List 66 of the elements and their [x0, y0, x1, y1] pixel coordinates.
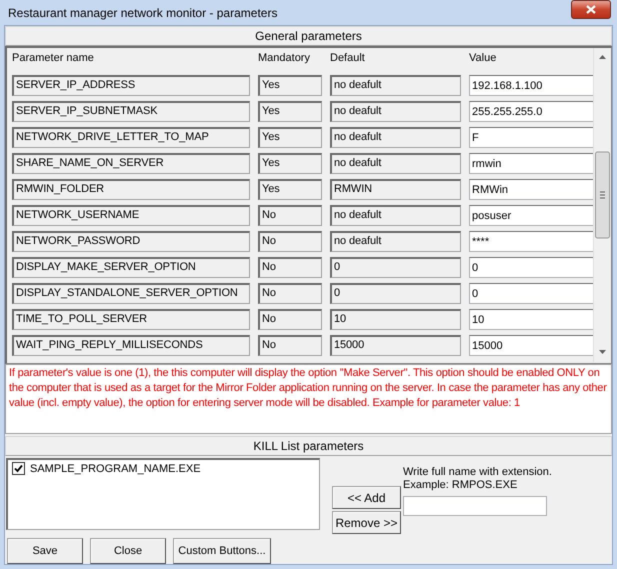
value-field[interactable]: RMWin	[469, 178, 593, 200]
default-value: 0	[330, 256, 461, 278]
kill-list[interactable]: SAMPLE_PROGRAM_NAME.EXE	[6, 458, 320, 530]
parameter-name: NETWORK_PASSWORD	[12, 230, 250, 252]
action-button[interactable]: Custom Buttons...	[173, 538, 271, 564]
value-field[interactable]: rmwin	[469, 152, 593, 174]
default-value: no deafult	[330, 230, 461, 252]
value-field[interactable]: posuser	[469, 204, 593, 226]
default-value: 15000	[330, 334, 461, 356]
parameter-name: RMWIN_FOLDER	[12, 178, 250, 200]
mandatory-value: No	[258, 256, 322, 278]
value-field[interactable]: 10	[469, 308, 593, 330]
value-field[interactable]: 0	[469, 282, 593, 304]
mandatory-value: No	[258, 308, 322, 330]
section-heading: General parameters	[255, 29, 362, 43]
parameter-description: If parameter's value is one (1), the this computer will display the option ''Make Server''. This option should be enabled ONLY on the computer that is used as a target for the Mirror Folder application running on the server. In case the parameter has any other value (incl. empty value), the option for entering server mode will be disabled. Example for parameter value: 1	[5, 364, 612, 434]
parameter-name: SERVER_IP_ADDRESS	[12, 74, 250, 96]
close-icon	[586, 5, 596, 14]
value-field[interactable]: 192.168.1.100	[469, 74, 593, 96]
remove-button[interactable]: Remove >>	[332, 511, 401, 534]
mandatory-value: Yes	[258, 74, 322, 96]
mandatory-value: Yes	[258, 100, 322, 122]
parameter-name: NETWORK_DRIVE_LETTER_TO_MAP	[12, 126, 250, 148]
default-value: no deafult	[330, 204, 461, 226]
parameter-name: NETWORK_USERNAME	[12, 204, 250, 226]
default-value: no deafult	[330, 152, 461, 174]
column-header: Parameter name	[12, 52, 95, 66]
value-field[interactable]: ****	[469, 230, 593, 252]
section-heading: KILL List parameters	[253, 439, 364, 453]
default-value: no deafult	[330, 74, 461, 96]
mandatory-value: Yes	[258, 178, 322, 200]
hint-text: Example: RMPOS.EXE	[403, 479, 518, 492]
parameter-name: WAIT_PING_REPLY_MILLISECONDS	[12, 334, 250, 356]
mandatory-value: No	[258, 230, 322, 252]
default-value: 10	[330, 308, 461, 330]
value-field[interactable]: F	[469, 126, 593, 148]
value-field[interactable]: 15000	[469, 334, 593, 356]
scrollbar[interactable]	[593, 48, 611, 362]
close-button[interactable]	[571, 0, 611, 19]
parameter-name: DISPLAY_MAKE_SERVER_OPTION	[12, 256, 250, 278]
parameter-name: DISPLAY_STANDALONE_SERVER_OPTION	[12, 282, 250, 304]
column-header: Mandatory	[258, 52, 311, 66]
input-field[interactable]	[403, 496, 547, 516]
default-value: no deafult	[330, 100, 461, 122]
mandatory-value: Yes	[258, 126, 322, 148]
mandatory-value: No	[258, 204, 322, 226]
parameter-name: TIME_TO_POLL_SERVER	[12, 308, 250, 330]
list-item[interactable]: SAMPLE_PROGRAM_NAME.EXE	[30, 462, 201, 474]
value-field[interactable]: 0	[469, 256, 593, 278]
checkbox[interactable]	[12, 462, 25, 475]
mandatory-value: No	[258, 334, 322, 356]
hint-text: Write full name with extension.	[403, 466, 552, 479]
column-header: Default	[330, 52, 366, 66]
parameter-name: SHARE_NAME_ON_SERVER	[12, 152, 250, 174]
default-value: no deafult	[330, 126, 461, 148]
action-button[interactable]: Save	[7, 538, 83, 564]
default-value: 0	[330, 282, 461, 304]
add-button[interactable]: << Add	[332, 486, 401, 509]
column-header: Value	[469, 52, 498, 66]
parameter-name: SERVER_IP_SUBNETMASK	[12, 100, 250, 122]
default-value: RMWIN	[330, 178, 461, 200]
value-field[interactable]: 255.255.255.0	[469, 100, 593, 122]
mandatory-value: No	[258, 282, 322, 304]
action-button[interactable]: Close	[90, 538, 166, 564]
window-title: Restaurant manager network monitor - parameters	[8, 6, 278, 20]
mandatory-value: Yes	[258, 152, 322, 174]
